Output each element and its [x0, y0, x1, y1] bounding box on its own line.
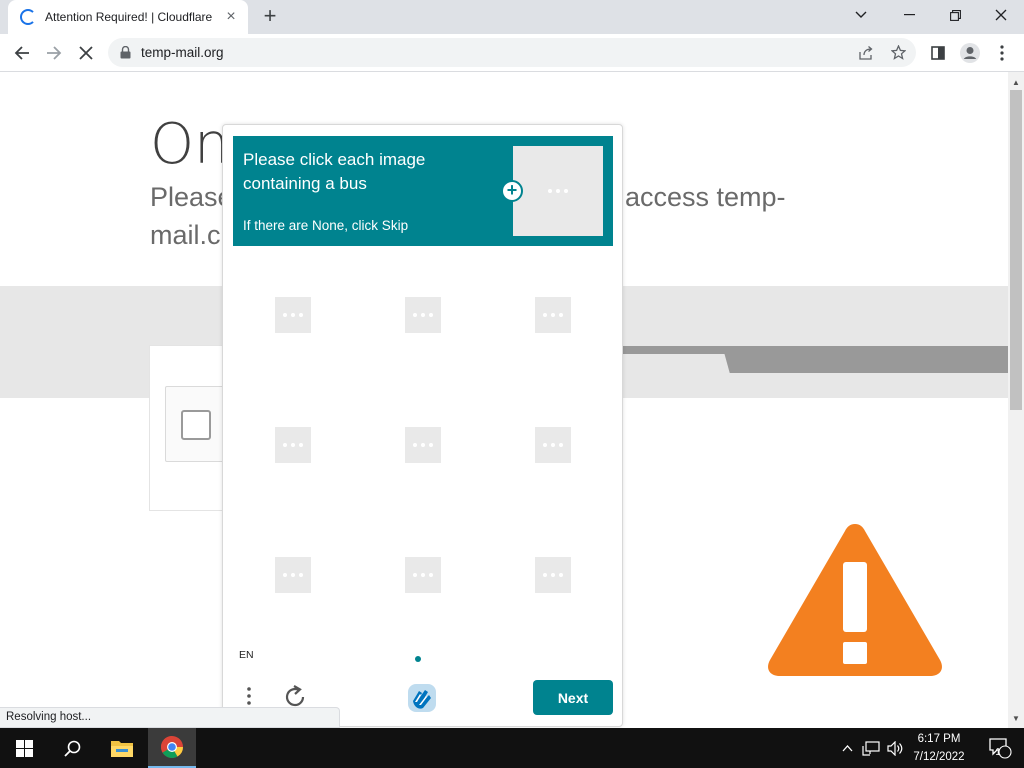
- back-button[interactable]: [8, 39, 36, 67]
- tab-title: Attention Required! | Cloudflare: [45, 10, 213, 24]
- page-scrollbar[interactable]: ▲ ▼: [1008, 72, 1024, 728]
- image-loading-placeholder: [405, 427, 441, 463]
- minimize-button[interactable]: [886, 0, 932, 30]
- challenge-image-7[interactable]: [233, 516, 359, 642]
- decorative-bar-cutout: [620, 354, 730, 374]
- clock-time: 6:17 PM: [917, 733, 961, 745]
- forward-button[interactable]: [40, 39, 68, 67]
- image-loading-placeholder: [275, 427, 311, 463]
- arrow-left-icon: [14, 46, 29, 60]
- next-button[interactable]: Next: [533, 680, 613, 715]
- side-panel-icon: [931, 46, 945, 60]
- hcaptcha-logo-icon[interactable]: [405, 681, 439, 715]
- browser-toolbar: temp-mail.org: [0, 34, 1024, 72]
- image-loading-placeholder: [405, 297, 441, 333]
- profile-avatar-icon: [960, 43, 980, 63]
- url-text: temp-mail.org: [141, 45, 224, 60]
- challenge-hint: If there are None, click Skip: [243, 218, 409, 233]
- folder-icon: [111, 741, 133, 757]
- challenge-image-1[interactable]: [233, 256, 359, 382]
- page-subtitle-tail: access temp-: [625, 182, 786, 212]
- challenge-image-5[interactable]: [363, 386, 489, 512]
- windows-logo-icon: [15, 739, 33, 757]
- challenge-page-indicator: [415, 656, 421, 662]
- network-icon: [862, 740, 880, 756]
- kebab-menu-icon: [1000, 45, 1004, 61]
- captcha-checkbox[interactable]: [181, 410, 211, 440]
- image-loading-placeholder: [275, 297, 311, 333]
- tab-active[interactable]: Attention Required! | Cloudflare ×: [8, 0, 248, 34]
- image-loading-placeholder: [535, 297, 571, 333]
- challenge-image-3[interactable]: [493, 256, 619, 382]
- network-button[interactable]: [860, 728, 882, 768]
- vertical-dots-icon: [247, 687, 251, 705]
- challenge-image-grid: [233, 256, 613, 646]
- challenge-image-9[interactable]: [493, 516, 619, 642]
- minimize-icon: [903, 14, 915, 16]
- address-bar[interactable]: temp-mail.org: [108, 38, 916, 67]
- status-bubble: Resolving host...: [0, 707, 340, 728]
- search-button[interactable]: [48, 728, 96, 768]
- taskbar-clock[interactable]: 6:17 PM 7/12/2022: [902, 730, 976, 766]
- tab-search-button[interactable]: [838, 0, 884, 30]
- image-loading-placeholder: [275, 557, 311, 593]
- scroll-up-icon[interactable]: ▲: [1008, 74, 1024, 90]
- chrome-icon: [161, 736, 183, 758]
- file-explorer-button[interactable]: [98, 728, 146, 768]
- challenge-prompt: Please click each image containing a bus…: [233, 136, 613, 246]
- restore-icon: [949, 9, 961, 21]
- notification-count: 1: [995, 747, 1001, 758]
- chevron-up-icon: [842, 744, 852, 751]
- scroll-down-icon[interactable]: ▼: [1008, 710, 1024, 726]
- tab-strip: Attention Required! | Cloudflare × +: [0, 0, 1024, 34]
- image-loading-placeholder: [405, 557, 441, 593]
- lock-icon: [120, 46, 131, 59]
- browser-menu-button[interactable]: [988, 39, 1016, 67]
- clock-date: 7/12/2022: [913, 751, 965, 763]
- challenge-image-8[interactable]: [363, 516, 489, 642]
- image-loading-placeholder: [535, 557, 571, 593]
- search-icon: [63, 740, 80, 757]
- start-button[interactable]: [0, 728, 48, 768]
- close-window-button[interactable]: [978, 0, 1024, 30]
- speaker-icon: [886, 740, 902, 756]
- stop-button[interactable]: [72, 39, 100, 67]
- example-image: [513, 146, 603, 236]
- language-selector[interactable]: EN: [239, 649, 254, 661]
- share-icon: [858, 45, 873, 60]
- loading-spinner-icon: [20, 9, 36, 25]
- challenge-image-2[interactable]: [363, 256, 489, 382]
- page-heading: On: [150, 112, 230, 177]
- challenge-prompt-text: Please click each image containing a bus: [243, 150, 426, 193]
- chevron-down-icon: [855, 11, 867, 18]
- challenge-image-4[interactable]: [233, 386, 359, 512]
- stop-x-icon: [79, 46, 93, 60]
- expand-example-button[interactable]: +: [501, 180, 523, 202]
- side-panel-button[interactable]: [924, 39, 952, 67]
- chrome-taskbar-button[interactable]: [148, 728, 196, 768]
- close-icon: [995, 9, 1007, 21]
- page-subtitle-line2: mail.c: [150, 220, 221, 250]
- hcaptcha-challenge: Please click each image containing a bus…: [222, 124, 623, 727]
- tab-close-icon[interactable]: ×: [222, 8, 240, 26]
- image-loading-placeholder: [535, 427, 571, 463]
- restore-button[interactable]: [932, 0, 978, 30]
- profile-button[interactable]: [956, 39, 984, 67]
- scroll-thumb[interactable]: [1010, 90, 1022, 410]
- challenge-image-6[interactable]: [493, 386, 619, 512]
- arrow-right-icon: [47, 46, 62, 60]
- taskbar: 6:17 PM 7/12/2022 1: [0, 728, 1024, 768]
- warning-icon: [768, 524, 942, 676]
- share-button[interactable]: [852, 38, 880, 67]
- bookmark-button[interactable]: [884, 38, 912, 67]
- star-icon: [890, 45, 906, 60]
- show-hidden-icons-button[interactable]: [838, 728, 856, 768]
- new-tab-button[interactable]: +: [258, 4, 282, 28]
